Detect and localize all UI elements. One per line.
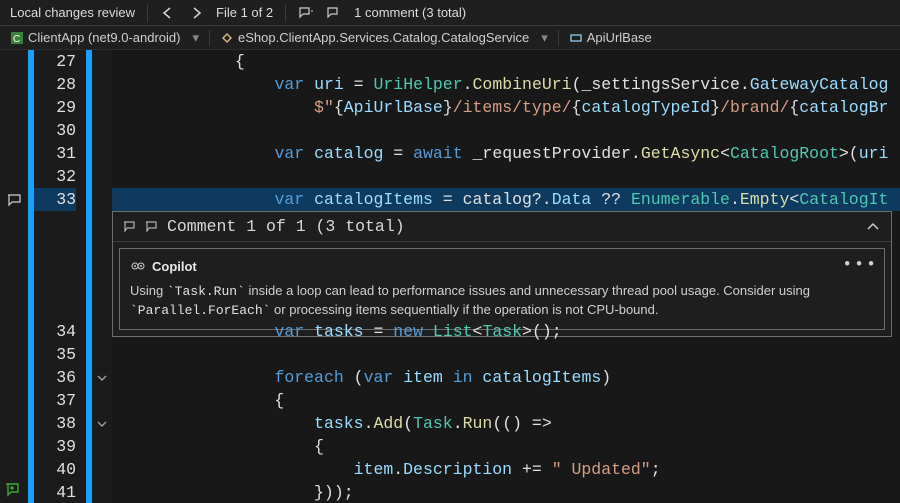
comment-next-nav[interactable] [145,220,159,234]
prev-file-button[interactable] [156,2,180,24]
review-title: Local changes review [6,5,139,20]
code-editor[interactable]: 27 28 29 30 31 32 33 34 35 36 37 38 39 4… [0,50,900,503]
comment-author: Copilot [130,255,874,278]
code-area[interactable]: { var uri = UriHelper.CombineUri(_settin… [112,50,900,503]
comment-prev-icon [123,220,137,234]
folding-gutter [92,50,112,503]
add-comment-button[interactable] [4,481,22,499]
comment-panel-header: Comment 1 of 1 (3 total) [113,212,891,242]
svg-text:C: C [13,34,20,45]
arrow-right-icon [188,5,204,21]
line-number: 39 [34,435,76,458]
prev-comment-button[interactable] [294,2,318,24]
separator [209,30,210,46]
crumb-project-label: ClientApp (net9.0-android) [28,30,180,45]
line-number: 37 [34,389,76,412]
chevron-down-icon [97,373,107,383]
line-number: 35 [34,343,76,366]
code-line: var tasks = new List<Task>(); [112,320,900,343]
line-number-gutter: 27 28 29 30 31 32 33 34 35 36 37 38 39 4… [34,50,86,503]
line-number: 31 [34,142,76,165]
crumb-class-dropdown[interactable]: ▾ [537,30,552,46]
comment-more-button[interactable]: ••• [842,253,878,276]
separator [285,4,286,22]
code-line: foreach (var item in catalogItems) [112,366,900,389]
crumb-member[interactable]: ApiUrlBase [565,30,656,45]
line-number: 36 [34,366,76,389]
code-line: { [112,435,900,458]
line-number: 29 [34,96,76,119]
code-line [112,119,900,142]
comment-next-icon [145,220,159,234]
comment-prev-nav[interactable] [123,220,137,234]
code-line: item.Description += " Updated"; [112,458,900,481]
code-line [112,343,900,366]
line-number: 27 [34,50,76,73]
crumb-project-dropdown[interactable]: ▾ [188,30,203,46]
comment-glyph-line-33[interactable] [0,188,28,211]
fold-toggle-line-36[interactable] [92,366,112,389]
file-count: File 1 of 2 [212,5,277,20]
code-line: var uri = UriHelper.CombineUri(_settings… [112,73,900,96]
comment-author-name: Copilot [152,255,197,278]
crumb-class-label: eShop.ClientApp.Services.Catalog.Catalog… [238,30,529,45]
code-line-highlighted: var catalogItems = catalog?.Data ?? Enum… [112,188,900,211]
fold-toggle-line-38[interactable] [92,412,112,435]
next-file-button[interactable] [184,2,208,24]
separator [558,30,559,46]
collapse-comment-button[interactable] [865,219,881,235]
crumb-member-label: ApiUrlBase [587,30,652,45]
code-line: var catalog = await _requestProvider.Get… [112,142,900,165]
change-indicator-inner [86,50,92,503]
class-icon [220,31,234,45]
line-number: 40 [34,458,76,481]
code-line: tasks.Add(Task.Run(() => [112,412,900,435]
breadcrumb-bar: C ClientApp (net9.0-android) ▾ eShop.Cli… [0,26,900,50]
comment-nav-label: Comment 1 of 1 (3 total) [167,215,857,238]
code-line: })); [112,481,900,503]
line-number: 34 [34,320,76,343]
chevron-down-icon [97,419,107,429]
add-comment-icon [4,481,22,499]
line-number: 38 [34,412,76,435]
line-number: 32 [34,165,76,188]
comment-text: Using `Task.Run` inside a loop can lead … [130,282,874,319]
comment-prev-icon [298,5,314,21]
review-toolbar: Local changes review File 1 of 2 1 comme… [0,0,900,26]
comment-icon [7,193,21,207]
line-number: 41 [34,481,76,503]
code-line: { [112,389,900,412]
comment-next-icon [326,5,342,21]
glyph-margin [0,50,28,503]
field-icon [569,31,583,45]
crumb-class[interactable]: eShop.ClientApp.Services.Catalog.Catalog… [216,30,533,45]
code-line [112,165,900,188]
line-number: 28 [34,73,76,96]
code-line: $"{ApiUrlBase}/items/type/{catalogTypeId… [112,96,900,119]
arrow-left-icon [160,5,176,21]
chevron-up-icon [865,219,881,235]
line-number: 33 [34,188,76,211]
csharp-project-icon: C [10,31,24,45]
copilot-icon [130,259,146,275]
comment-summary: 1 comment (3 total) [350,5,470,20]
code-line: { [112,50,900,73]
line-number: 30 [34,119,76,142]
crumb-project[interactable]: C ClientApp (net9.0-android) [6,30,184,45]
comment-body: ••• Copilot Using `Task.Run` inside a lo… [119,248,885,330]
next-comment-button[interactable] [322,2,346,24]
separator [147,4,148,22]
inline-comment-panel: Comment 1 of 1 (3 total) ••• Copilot Usi… [112,211,892,337]
